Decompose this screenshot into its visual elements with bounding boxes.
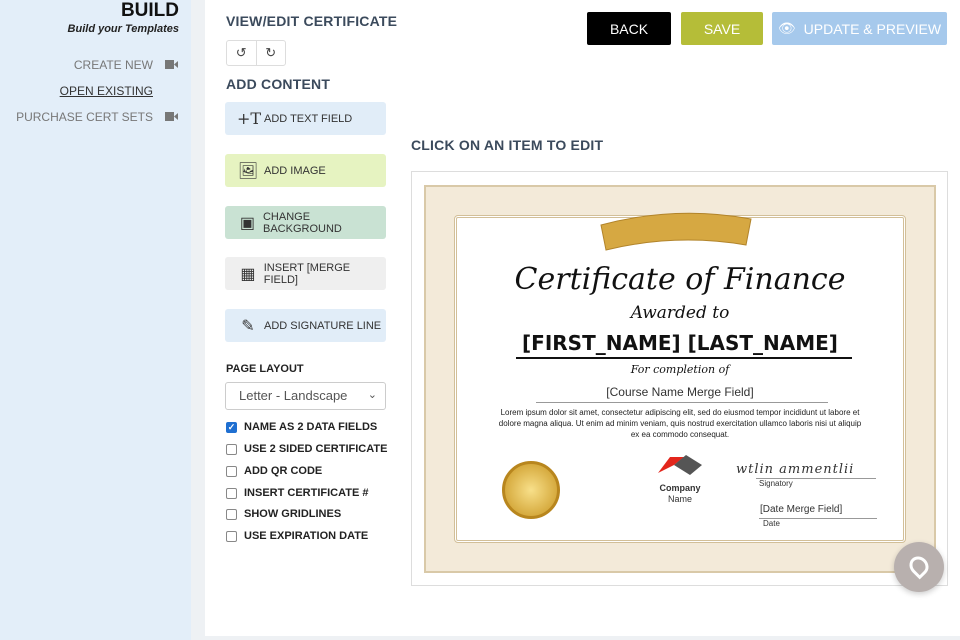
button-label: UPDATE & PREVIEW xyxy=(803,20,942,37)
certificate-title[interactable]: Certificate of Finance xyxy=(426,262,934,297)
awarded-to-text[interactable]: Awarded to xyxy=(426,303,934,323)
text-icon: +T xyxy=(237,109,262,128)
name-divider xyxy=(516,357,852,359)
button-label: INSERT [MERGE FIELD] xyxy=(263,261,351,286)
update-preview-button[interactable]: 👁 UPDATE & PREVIEW xyxy=(772,12,947,45)
sidebar: BUILD Build your Templates CREATE NEW OP… xyxy=(0,0,191,640)
option-label: ADD QR CODE xyxy=(244,465,323,477)
sidebar-item-purchase-cert-sets[interactable]: PURCHASE CERT SETS xyxy=(16,110,153,124)
option-label: USE EXPIRATION DATE xyxy=(244,530,369,542)
video-icon[interactable] xyxy=(165,60,178,69)
checkbox[interactable] xyxy=(226,465,237,477)
option-insert-certificate-number[interactable]: INSERT CERTIFICATE # xyxy=(226,487,368,499)
option-label: SHOW GRIDLINES xyxy=(244,508,342,520)
chat-bubble-icon xyxy=(905,552,933,580)
option-use-expiration-date[interactable]: USE EXPIRATION DATE xyxy=(226,530,368,542)
redo-icon[interactable]: ↻ xyxy=(257,41,286,65)
certificate-body-text[interactable]: Lorem ipsum dolor sit amet, consectetur … xyxy=(498,407,862,440)
certificate-canvas: Certificate of Finance Awarded to [FIRST… xyxy=(411,171,948,586)
canvas-hint: CLICK ON AN ITEM TO EDIT xyxy=(411,137,604,153)
checkbox[interactable] xyxy=(226,530,237,542)
sidebar-title: BUILD xyxy=(120,0,179,21)
course-underline xyxy=(536,402,828,403)
add-image-button[interactable]: 🖼 ADD IMAGE xyxy=(225,154,386,187)
eye-icon: 👁 xyxy=(777,20,796,36)
option-label: USE 2 SIDED CERTIFICATE xyxy=(244,443,388,455)
undo-icon[interactable]: ↺ xyxy=(227,41,257,65)
option-show-gridlines[interactable]: SHOW GRIDLINES xyxy=(226,508,341,520)
insert-merge-field-button[interactable]: ▦ INSERT [MERGE FIELD] xyxy=(225,257,386,290)
sidebar-subtitle: Build your Templates xyxy=(67,23,179,35)
add-signature-line-button[interactable]: ✎ ADD SIGNATURE LINE xyxy=(225,309,386,342)
page-layout-select[interactable]: Letter - Landscape ⌄ xyxy=(225,382,386,410)
course-name-field[interactable]: [Course Name Merge Field] xyxy=(426,385,934,399)
date-merge-field[interactable]: [Date Merge Field] xyxy=(760,504,842,515)
certificate[interactable]: Certificate of Finance Awarded to [FIRST… xyxy=(424,185,936,573)
video-icon[interactable] xyxy=(165,112,178,121)
back-button[interactable]: BACK xyxy=(587,12,671,45)
company-name-line1[interactable]: Company xyxy=(646,483,714,493)
image-icon: 🖼 xyxy=(237,162,259,180)
add-content-heading: ADD CONTENT xyxy=(226,76,331,92)
for-completion-text[interactable]: For completion of xyxy=(426,363,934,376)
document-table-icon: ▦ xyxy=(240,265,256,283)
date-label[interactable]: Date xyxy=(763,519,780,528)
undo-redo-group: ↺ ↻ xyxy=(226,40,286,66)
editor-main: VIEW/EDIT CERTIFICATE ↺ ↻ ADD CONTENT +T… xyxy=(205,0,960,636)
option-label: INSERT CERTIFICATE # xyxy=(244,487,369,499)
gold-seal-image[interactable] xyxy=(502,461,560,519)
change-background-button[interactable]: ▣ CHANGE BACKGROUND xyxy=(225,206,386,239)
page-title: VIEW/EDIT CERTIFICATE xyxy=(226,13,398,29)
page-layout-value: Letter - Landscape xyxy=(239,388,348,403)
ribbon-banner-image[interactable] xyxy=(596,205,756,253)
button-label: ADD TEXT FIELD xyxy=(264,112,353,125)
checkbox[interactable]: ✓ xyxy=(226,421,237,433)
recipient-name-field[interactable]: [FIRST_NAME] [LAST_NAME] xyxy=(426,331,934,355)
background-icon: ▣ xyxy=(239,214,256,232)
save-button[interactable]: SAVE xyxy=(681,12,763,45)
sidebar-item-create-new[interactable]: CREATE NEW xyxy=(74,58,153,72)
signature-image[interactable]: wtlin ammentlii xyxy=(736,462,896,477)
checkbox[interactable] xyxy=(226,487,237,499)
pen-icon: ✎ xyxy=(241,317,255,335)
option-use-2-sided-certificate[interactable]: USE 2 SIDED CERTIFICATE xyxy=(226,443,387,455)
add-text-field-button[interactable]: +T ADD TEXT FIELD xyxy=(225,102,386,135)
option-name-as-2-data-fields[interactable]: ✓ NAME AS 2 DATA FIELDS xyxy=(226,421,377,433)
button-label: CHANGE BACKGROUND xyxy=(262,210,342,235)
company-logo-icon[interactable] xyxy=(656,451,704,477)
checkbox[interactable] xyxy=(226,443,237,455)
chat-support-button[interactable] xyxy=(894,542,944,592)
signatory-label[interactable]: Signatory xyxy=(759,479,793,488)
chevron-down-icon: ⌄ xyxy=(367,389,377,401)
option-add-qr-code[interactable]: ADD QR CODE xyxy=(226,465,322,477)
checkbox[interactable] xyxy=(226,508,237,520)
page-layout-label: PAGE LAYOUT xyxy=(226,363,304,375)
option-label: NAME AS 2 DATA FIELDS xyxy=(244,421,378,433)
button-label: ADD IMAGE xyxy=(264,164,326,177)
company-name-line2[interactable]: Name xyxy=(646,494,714,504)
button-label: ADD SIGNATURE LINE xyxy=(264,319,382,332)
sidebar-item-open-existing[interactable]: OPEN EXISTING xyxy=(60,84,153,98)
